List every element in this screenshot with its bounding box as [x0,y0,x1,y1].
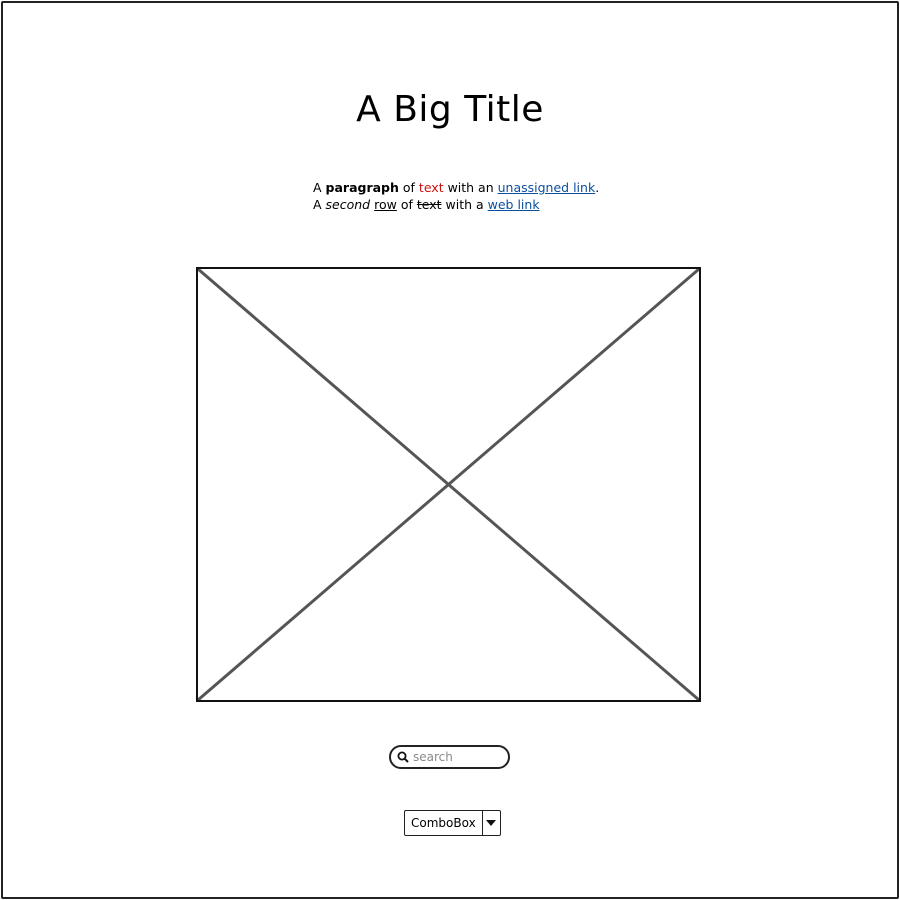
bold-text: paragraph [325,180,399,195]
combobox-dropdown-button[interactable] [481,811,500,835]
search-icon [396,750,410,764]
strikethrough-text: text [416,196,442,212]
underlined-text: row [374,196,397,212]
unassigned-link[interactable]: unassigned link [498,180,596,195]
image-placeholder-cross-icon [196,267,701,702]
search-box[interactable] [389,745,510,769]
text-fragment: A [313,180,326,195]
text-fragment: of [396,196,417,212]
text-fragment: A [313,196,326,212]
text-fragment: with a [441,196,488,212]
page-title: A Big Title [356,89,544,130]
web-link[interactable]: web link [488,197,540,212]
red-text: text [418,180,444,195]
paragraph: A paragraph of text with an unassigned l… [313,180,599,213]
paragraph-line-2: A second row of text with a web link [313,197,599,214]
search-input[interactable] [413,750,503,764]
combobox[interactable]: ComboBox [404,810,501,836]
text-fragment: with an [443,180,498,195]
combobox-selected-value: ComboBox [411,816,476,830]
paragraph-line-1: A paragraph of text with an unassigned l… [313,180,599,197]
image-placeholder [196,267,701,702]
text-fragment: . [595,180,600,195]
caret-down-icon [486,820,497,826]
italic-text: second [325,196,371,212]
text-fragment: of [398,180,419,195]
